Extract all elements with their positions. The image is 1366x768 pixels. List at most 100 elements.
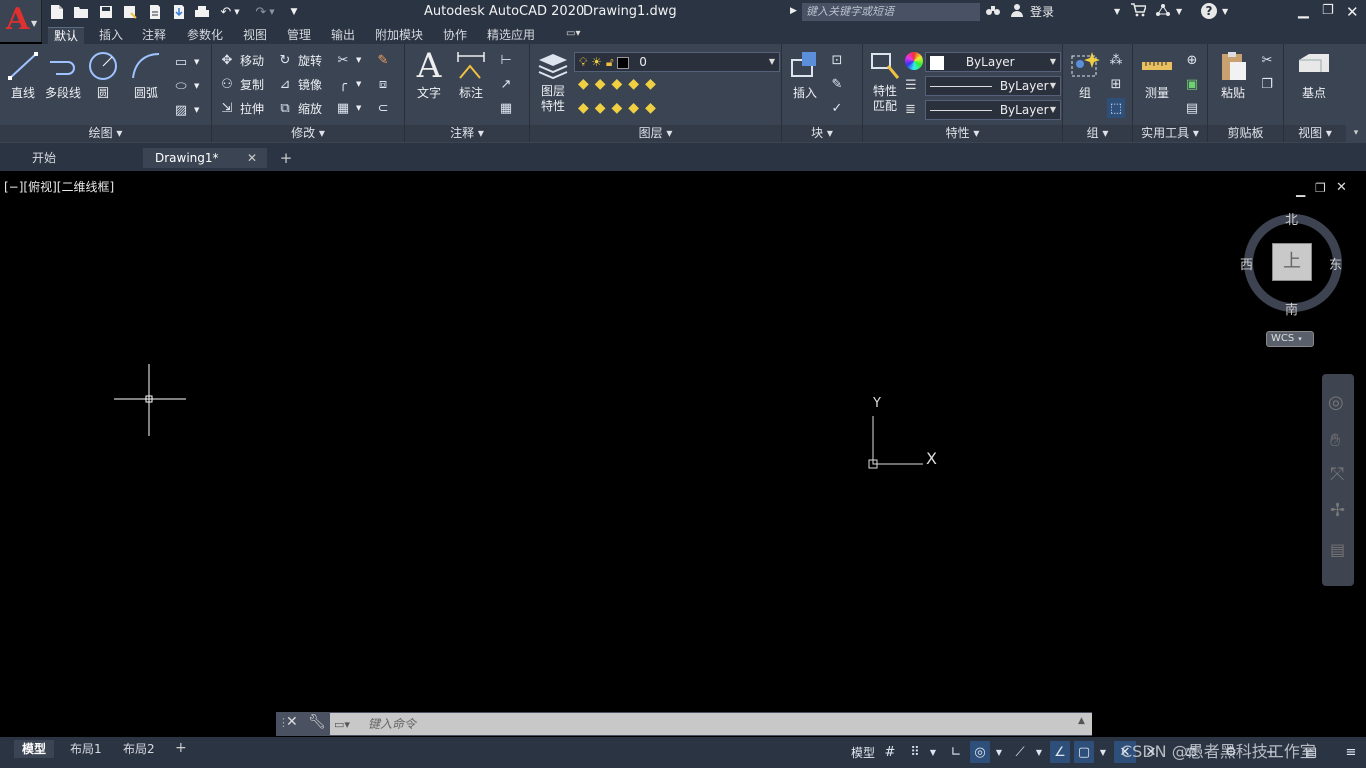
cart-icon[interactable]: [1130, 3, 1148, 21]
tab-manage[interactable]: 管理: [281, 27, 317, 44]
panel-title-utilities[interactable]: 实用工具 ▾: [1133, 125, 1207, 142]
orbit-icon[interactable]: ✢: [1330, 500, 1345, 521]
insert-block-button[interactable]: 插入: [786, 50, 824, 101]
hatch-button[interactable]: ▨ ▼: [172, 100, 200, 120]
ribbon-display-toggle-icon[interactable]: ▭▾: [566, 28, 592, 42]
dimension-button[interactable]: 标注: [453, 50, 489, 101]
attribute-button[interactable]: ✓: [828, 98, 846, 118]
steering-wheel-icon[interactable]: ◎: [1328, 392, 1344, 413]
open-file-icon[interactable]: [72, 3, 90, 21]
pan-hand-icon[interactable]: ✋︎: [1330, 430, 1340, 451]
binoculars-icon[interactable]: [985, 3, 1001, 21]
panel-title-clipboard[interactable]: 剪贴板: [1208, 125, 1283, 142]
viewcube-east[interactable]: 东: [1329, 254, 1342, 273]
text-button[interactable]: A 文字: [411, 48, 447, 101]
export-icon[interactable]: [170, 3, 188, 21]
layer-properties-button[interactable]: 图层 特性: [534, 50, 572, 114]
stretch-button[interactable]: ⇲ 拉伸: [218, 98, 264, 118]
line-button[interactable]: 直线: [6, 50, 40, 101]
color-wheel-icon[interactable]: [905, 52, 923, 70]
save-icon[interactable]: [97, 3, 115, 21]
ribbon-expand-icon[interactable]: ▾: [1346, 44, 1366, 143]
tab-start[interactable]: 开始: [20, 148, 68, 168]
fillet-button[interactable]: ╭ ▼: [334, 74, 361, 94]
tab-output[interactable]: 输出: [325, 27, 361, 44]
isometric-icon[interactable]: ⟋: [1010, 741, 1030, 763]
rotate-button[interactable]: ↻ 旋转: [276, 50, 322, 70]
wrench-icon[interactable]: 🔧︎: [308, 714, 326, 730]
panel-title-properties[interactable]: 特性 ▾: [863, 125, 1062, 142]
paste-button[interactable]: 粘贴: [1214, 50, 1252, 101]
object-snap-tracking-icon[interactable]: ∠: [1050, 741, 1070, 763]
panel-title-draw[interactable]: 绘图 ▾: [0, 125, 211, 142]
customize-qat-icon[interactable]: ▼: [287, 3, 301, 21]
restore-icon[interactable]: ❐: [1322, 3, 1334, 18]
customize-icon[interactable]: ≡: [1340, 741, 1362, 763]
arc-button[interactable]: 圆弧: [128, 50, 164, 101]
viewport-close-icon[interactable]: ✕: [1336, 180, 1347, 195]
tab-annotate[interactable]: 注释: [136, 27, 172, 44]
tab-layout2[interactable]: 布局2: [115, 740, 163, 758]
viewcube-north[interactable]: 北: [1285, 209, 1298, 228]
viewcube-west[interactable]: 西: [1240, 254, 1253, 273]
chevron-right-icon[interactable]: ▶: [790, 6, 797, 16]
chevron-down-icon[interactable]: ▼: [994, 741, 1004, 763]
panel-title-layers[interactable]: 图层 ▾: [530, 125, 781, 142]
panel-title-view[interactable]: 视图 ▾: [1284, 125, 1346, 142]
ungroup-button[interactable]: ⁂: [1107, 50, 1125, 70]
leader-button[interactable]: ↗: [497, 74, 515, 94]
command-history-icon[interactable]: ▲: [1078, 716, 1085, 726]
table-button[interactable]: ▦: [497, 98, 515, 118]
erase-button[interactable]: ✎: [374, 50, 392, 70]
ellipse-button[interactable]: ⬭ ▼: [172, 76, 199, 96]
move-button[interactable]: ✥ 移动: [218, 50, 264, 70]
command-input[interactable]: 键入命令: [330, 713, 1092, 735]
polar-icon[interactable]: ◎: [970, 741, 990, 763]
new-tab-icon[interactable]: +: [276, 149, 296, 167]
panel-title-block[interactable]: 块 ▾: [782, 125, 862, 142]
search-input[interactable]: 键入关键字或短语: [802, 3, 980, 21]
chevron-down-icon[interactable]: ▼: [1176, 7, 1182, 16]
new-file-icon[interactable]: [48, 3, 66, 21]
tab-default[interactable]: 默认: [48, 27, 85, 44]
chevron-down-icon[interactable]: ▼: [928, 741, 938, 763]
panel-title-modify[interactable]: 修改 ▾: [212, 125, 404, 142]
tab-view[interactable]: 视图: [237, 27, 273, 44]
copy-button[interactable]: ⚇ 复制: [218, 74, 264, 94]
cut-button[interactable]: ✂: [1258, 50, 1276, 70]
showmotion-icon[interactable]: ▤: [1330, 540, 1345, 559]
calculator-button[interactable]: ▤: [1183, 98, 1201, 118]
quick-select-button[interactable]: ⊕: [1183, 50, 1201, 70]
chevron-down-icon[interactable]: ▼: [1222, 7, 1228, 16]
tab-parametric[interactable]: 参数化: [181, 27, 229, 44]
close-tab-icon[interactable]: ✕: [247, 148, 257, 168]
linetype-dropdown[interactable]: ByLayer ▼: [925, 76, 1061, 96]
chevron-down-icon[interactable]: ▼: [1034, 741, 1044, 763]
command-prompt-icon[interactable]: ▭▾: [334, 718, 350, 731]
select-all-button[interactable]: ▣: [1183, 74, 1201, 94]
help-icon[interactable]: ?: [1201, 3, 1217, 19]
tab-addins[interactable]: 附加模块: [369, 27, 429, 44]
polyline-button[interactable]: 多段线: [44, 50, 82, 101]
group-select-button[interactable]: ⬚: [1107, 98, 1125, 118]
color-dropdown[interactable]: ByLayer ▼: [925, 52, 1061, 72]
publish-icon[interactable]: [146, 3, 164, 21]
add-layout-icon[interactable]: +: [175, 740, 187, 756]
tab-collaborate[interactable]: 协作: [437, 27, 473, 44]
tab-layout1[interactable]: 布局1: [62, 740, 110, 758]
measure-button[interactable]: 测量: [1137, 50, 1177, 101]
rectangle-button[interactable]: ▭ ▼: [172, 52, 200, 72]
drawing-canvas[interactable]: [0, 173, 1366, 711]
create-block-button[interactable]: ⊡: [828, 50, 846, 70]
explode-button[interactable]: ⧈: [374, 74, 392, 94]
match-properties-button[interactable]: 特性 匹配: [867, 50, 903, 114]
wcs-menu[interactable]: WCS ▾: [1266, 331, 1314, 347]
edit-block-button[interactable]: ✎: [828, 74, 846, 94]
mirror-button[interactable]: ⊿ 镜像: [276, 74, 322, 94]
tab-drawing1[interactable]: Drawing1* ✕: [143, 148, 267, 168]
zoom-extents-icon[interactable]: ⤧: [1330, 464, 1344, 485]
viewport-restore-icon[interactable]: ❐: [1315, 181, 1326, 195]
viewcube-south[interactable]: 南: [1285, 299, 1298, 318]
plot-icon[interactable]: [193, 3, 211, 21]
save-as-icon[interactable]: [121, 3, 139, 21]
